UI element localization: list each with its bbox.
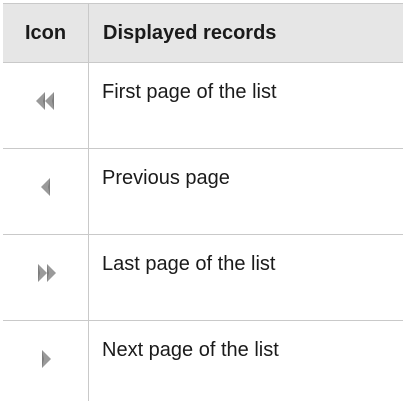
double-left-arrow-icon: [35, 92, 54, 110]
table-row: Previous page: [3, 149, 403, 235]
icon-cell: [3, 63, 89, 148]
description-cell: Previous page: [89, 149, 403, 234]
navigation-icons-table: Icon Displayed records First page of the…: [3, 3, 403, 401]
description-cell: First page of the list: [89, 63, 403, 148]
icon-cell: [3, 235, 89, 320]
table-row: Next page of the list: [3, 321, 403, 401]
icon-column-header-label: Icon: [24, 21, 67, 44]
table-row: First page of the list: [3, 63, 403, 149]
description-cell: Next page of the list: [89, 321, 403, 401]
double-right-arrow-icon: [37, 264, 56, 282]
table-row: Last page of the list: [3, 235, 403, 321]
description-column-header-label: Displayed records: [103, 21, 277, 44]
row-description: Next page of the list: [102, 339, 279, 361]
icon-cell: [3, 321, 89, 401]
table-header-row: Icon Displayed records: [3, 3, 403, 63]
row-description: First page of the list: [102, 81, 277, 103]
row-description: Previous page: [102, 167, 230, 189]
right-arrow-icon: [41, 350, 51, 368]
description-column-header: Displayed records: [89, 4, 403, 62]
left-arrow-icon: [40, 178, 50, 196]
icon-column-header: Icon: [3, 4, 89, 62]
icon-cell: [3, 149, 89, 234]
row-description: Last page of the list: [102, 253, 276, 275]
description-cell: Last page of the list: [89, 235, 403, 320]
